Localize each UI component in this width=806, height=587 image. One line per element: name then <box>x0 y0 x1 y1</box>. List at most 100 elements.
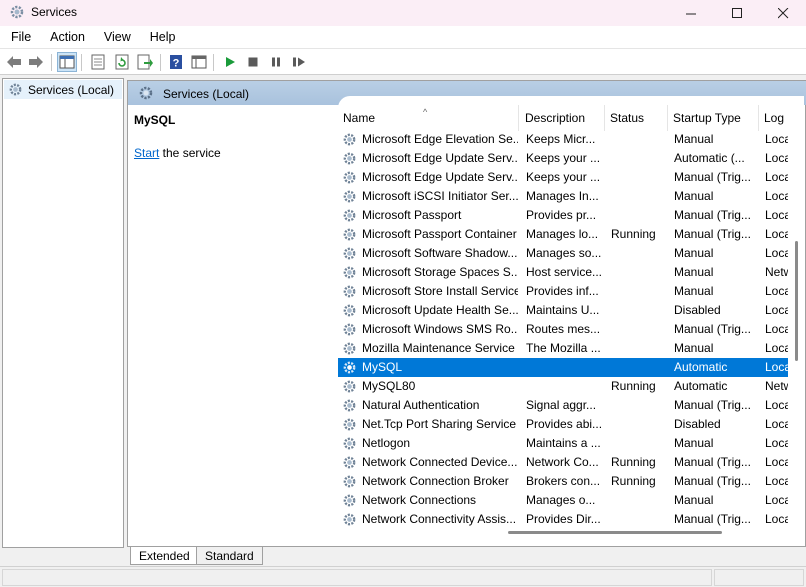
gear-icon <box>343 304 356 317</box>
show-hide-tree-button[interactable] <box>57 52 77 72</box>
view-tabs: Extended Standard <box>128 547 428 565</box>
cell-logon: Loca <box>765 455 789 469</box>
cell-startup: Manual (Trig... <box>674 474 751 488</box>
vertical-scroll-thumb[interactable] <box>795 241 798 361</box>
cell-description: Keeps your ... <box>526 151 601 165</box>
service-row[interactable]: Microsoft Store Install Service Provides … <box>338 282 789 301</box>
resume-service-button[interactable] <box>289 52 309 72</box>
list-header: ^ Name Description Status Startup Type L… <box>338 105 806 131</box>
service-row[interactable]: Microsoft Software Shadow... Manages so..… <box>338 244 789 263</box>
toolbar: ? <box>0 48 806 75</box>
column-header-startup-type[interactable]: Startup Type <box>668 105 759 131</box>
cell-name: Microsoft Edge Update Serv... <box>362 170 518 184</box>
refresh-button[interactable] <box>112 52 132 72</box>
stop-service-button[interactable] <box>243 52 263 72</box>
cell-description: Maintains U... <box>526 303 600 317</box>
service-row[interactable]: Natural Authentication Signal aggr... Manu… <box>338 396 789 415</box>
back-button[interactable] <box>4 52 24 72</box>
cell-status: Running <box>611 455 656 469</box>
service-row[interactable]: Network Connected Device... Network Co...… <box>338 453 789 472</box>
column-header-status-label: Status <box>610 111 645 125</box>
cell-name: Network Connections <box>362 493 477 507</box>
tree-item-services-local[interactable]: Services (Local) <box>4 80 122 99</box>
maximize-button[interactable] <box>714 0 760 26</box>
cell-logon: Loca <box>765 284 789 298</box>
cell-startup: Manual (Trig... <box>674 170 751 184</box>
maximize-icon <box>731 7 742 18</box>
service-row[interactable]: Microsoft iSCSI Initiator Ser... Manages … <box>338 187 789 206</box>
cell-logon: Loca <box>765 170 789 184</box>
service-row[interactable]: Microsoft Edge Update Serv... Keeps your … <box>338 149 789 168</box>
gear-icon <box>343 190 356 203</box>
cell-name: Mozilla Maintenance Service <box>362 341 515 355</box>
gear-icon <box>343 323 356 336</box>
service-row[interactable]: Microsoft Edge Elevation Se... Keeps Micr… <box>338 130 789 149</box>
menu-help[interactable]: Help <box>139 26 184 48</box>
cell-description: Manages o... <box>526 493 596 507</box>
minimize-button[interactable] <box>668 0 714 26</box>
cell-startup: Manual (Trig... <box>674 322 751 336</box>
cell-name: Microsoft Software Shadow... <box>362 246 518 260</box>
cell-description: Maintains a ... <box>526 436 601 450</box>
console-view-button[interactable] <box>189 52 209 72</box>
service-row[interactable]: MySQL80 Running Automatic Netw <box>338 377 789 396</box>
resume-icon <box>293 57 305 67</box>
cell-logon: Loca <box>765 132 789 146</box>
cell-status <box>611 358 667 377</box>
service-row[interactable]: Microsoft Windows SMS Ro... Routes mes...… <box>338 320 789 339</box>
vertical-scrollbar[interactable] <box>788 96 804 544</box>
cell-name: Netlogon <box>362 436 411 450</box>
service-row[interactable]: Net.Tcp Port Sharing Service Provides abi… <box>338 415 789 434</box>
cell-name: Network Connected Device... <box>362 455 518 469</box>
service-row[interactable]: Netlogon Maintains a ... Manual Loca <box>338 434 789 453</box>
status-segment <box>2 569 712 586</box>
menu-file[interactable]: File <box>0 26 39 48</box>
menu-action[interactable]: Action <box>39 26 93 48</box>
service-row[interactable]: Microsoft Passport Provides pr... Manual (… <box>338 206 789 225</box>
forward-button[interactable] <box>26 52 46 72</box>
gear-icon <box>343 494 356 507</box>
back-arrow-icon <box>7 56 21 68</box>
export-list-button[interactable] <box>135 52 155 72</box>
cell-name: Microsoft iSCSI Initiator Ser... <box>362 189 518 203</box>
service-row[interactable]: Network Connections Manages o... Manual Loc… <box>338 491 789 510</box>
menu-view[interactable]: View <box>93 26 139 48</box>
gear-icon <box>343 247 356 260</box>
pause-service-button[interactable] <box>266 52 286 72</box>
column-header-description[interactable]: Description <box>520 105 605 131</box>
service-row[interactable]: Network Connection Broker Brokers con... R… <box>338 472 789 491</box>
cell-name: Microsoft Update Health Se... <box>362 303 518 317</box>
service-row[interactable]: MySQL Automatic Loca <box>338 358 789 377</box>
cell-status <box>611 396 667 415</box>
service-row[interactable]: Mozilla Maintenance Service The Mozilla .… <box>338 339 789 358</box>
cell-status <box>611 263 667 282</box>
properties-button[interactable] <box>88 52 108 72</box>
service-row[interactable]: Microsoft Update Health Se... Maintains U… <box>338 301 789 320</box>
service-row[interactable]: Microsoft Edge Update Serv... Keeps your … <box>338 168 789 187</box>
tab-standard[interactable]: Standard <box>196 547 263 565</box>
tree-item-label: Services (Local) <box>28 82 115 97</box>
cell-startup: Manual (Trig... <box>674 208 751 222</box>
column-header-status[interactable]: Status <box>605 105 668 131</box>
start-service-button[interactable] <box>220 52 240 72</box>
service-row[interactable]: Microsoft Storage Spaces S... Host servic… <box>338 263 789 282</box>
cell-startup: Manual (Trig... <box>674 455 751 469</box>
gear-icon <box>343 285 356 298</box>
column-header-name[interactable]: ^ Name <box>338 105 519 131</box>
cell-status <box>611 206 667 225</box>
cell-description <box>526 358 602 377</box>
horizontal-scrollbar[interactable] <box>338 527 784 538</box>
cell-startup: Manual <box>674 132 714 146</box>
close-button[interactable] <box>760 0 806 26</box>
close-icon <box>777 7 788 18</box>
service-row[interactable]: Microsoft Passport Container Manages lo..… <box>338 225 789 244</box>
cell-name: Microsoft Edge Elevation Se... <box>362 132 518 146</box>
start-service-link[interactable]: Start <box>134 146 159 160</box>
cell-description: Provides abi... <box>526 417 602 431</box>
cell-logon: Netw <box>765 265 789 279</box>
tab-extended[interactable]: Extended <box>130 547 199 565</box>
column-header-log-on-as[interactable]: Log <box>759 105 789 131</box>
help-button[interactable]: ? <box>166 52 186 72</box>
horizontal-scroll-thumb[interactable] <box>508 531 722 534</box>
cell-name: Microsoft Edge Update Serv... <box>362 151 518 165</box>
